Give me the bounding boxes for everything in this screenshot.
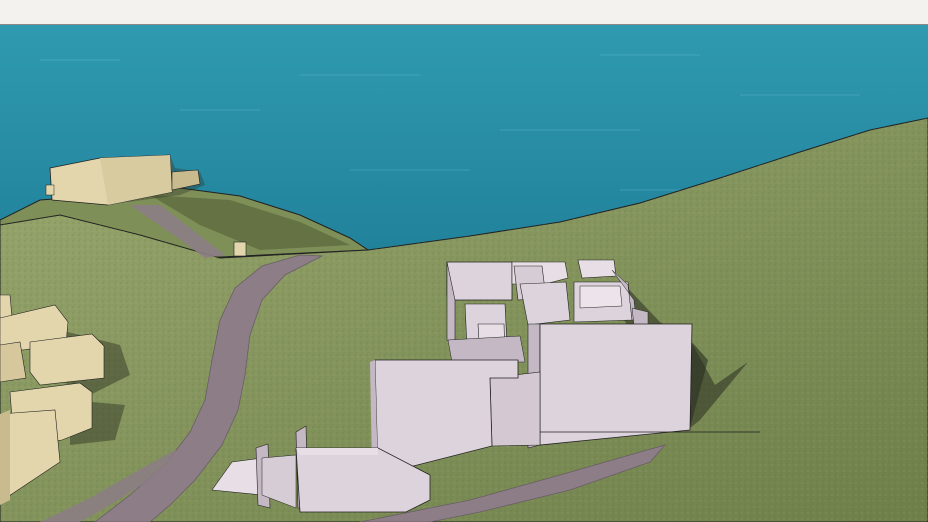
model-viewport[interactable] <box>0 0 928 522</box>
sky <box>0 0 928 26</box>
site-model-scene[interactable] <box>0 0 928 522</box>
headland-marker-post <box>233 241 247 257</box>
